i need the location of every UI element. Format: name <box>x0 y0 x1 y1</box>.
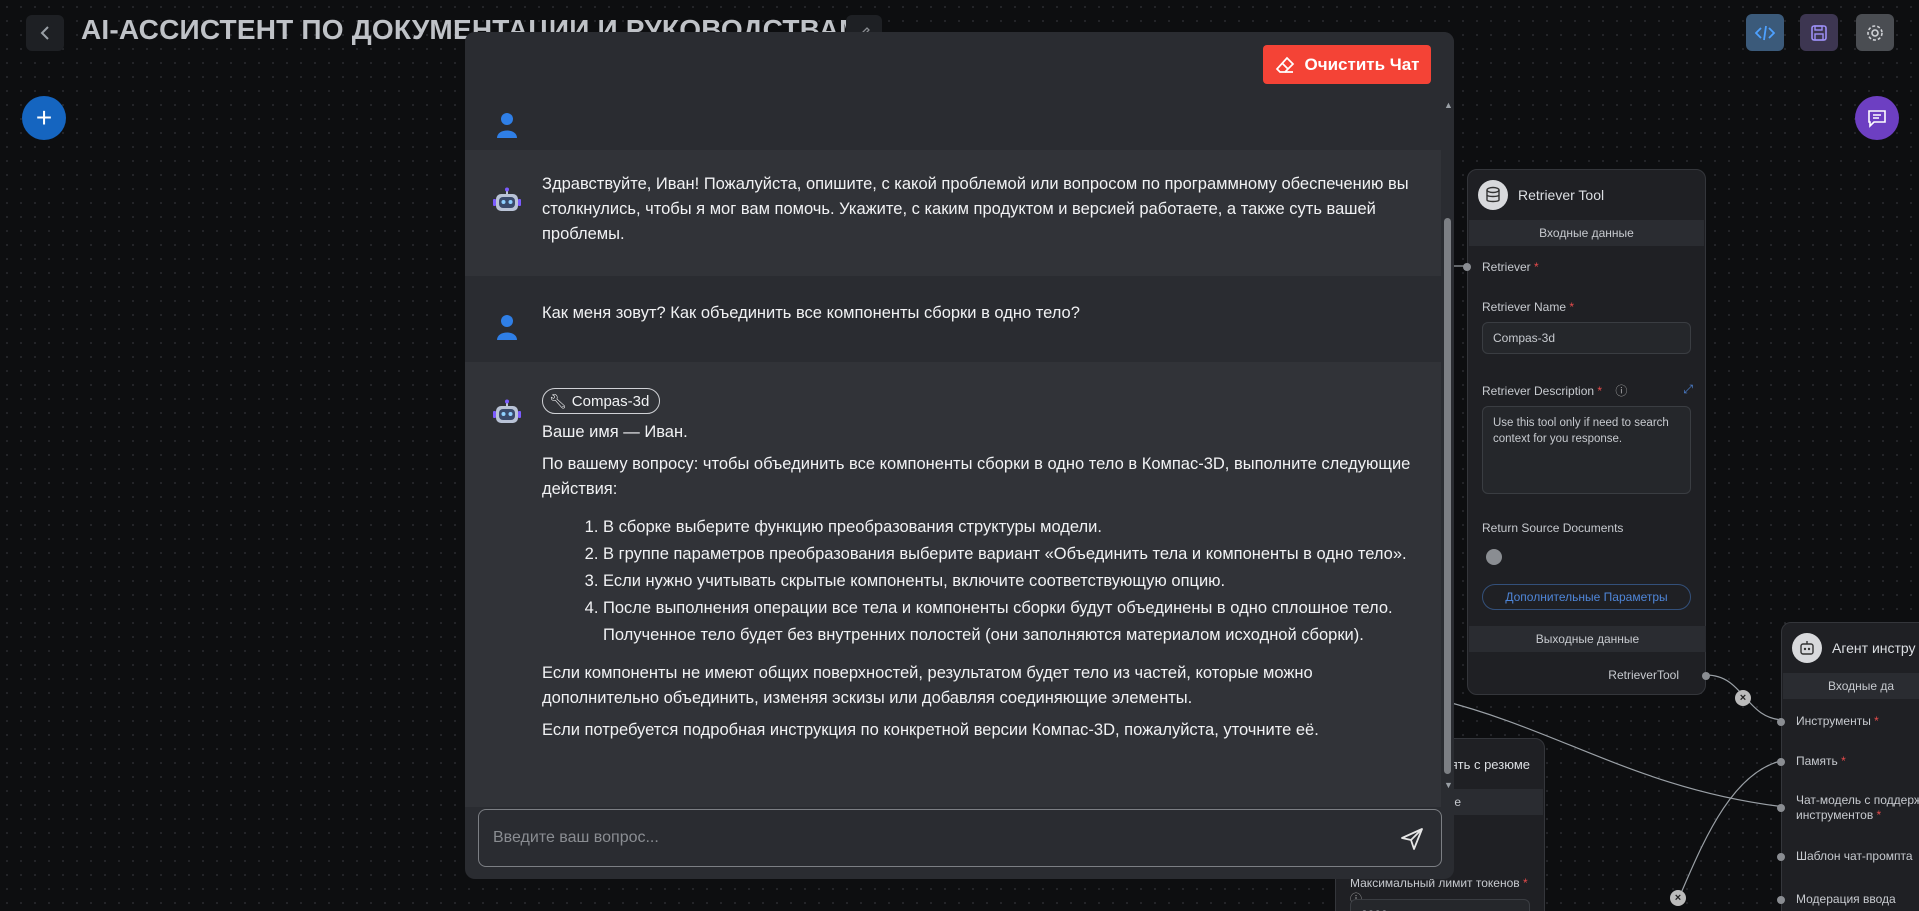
robot-icon <box>1792 633 1822 663</box>
open-chat-button[interactable] <box>1855 96 1899 140</box>
save-flow-button[interactable] <box>1800 14 1838 51</box>
retriever-field-label: Retriever * <box>1482 260 1539 274</box>
scroll-up-icon[interactable]: ▲ <box>1444 100 1453 110</box>
chat-panel: Очистить Чат Здравствуйте, Иван! Пожалуй… <box>465 32 1454 879</box>
message-bot: 🔧︎ Compas-3d Ваше имя — Иван. По вашему … <box>465 362 1441 807</box>
send-button[interactable] <box>1397 824 1427 854</box>
message-user: Как меня зовут? Как объединить все компо… <box>465 276 1441 362</box>
clear-chat-label: Очистить Чат <box>1304 54 1420 74</box>
step-item: В сборке выберите функцию преобразования… <box>603 514 1421 541</box>
additional-params-button[interactable]: Дополнительные Параметры <box>1482 584 1691 610</box>
steps-list: В сборке выберите функцию преобразования… <box>603 514 1421 649</box>
message-text: Как меня зовут? Как объединить все компо… <box>542 304 1080 322</box>
save-icon <box>1811 24 1827 41</box>
moderation-label: Модерация ввода <box>1796 892 1896 906</box>
retriever-description-label: Retriever Description * ⓘ ⤢ <box>1482 382 1693 398</box>
tools-label: Инструменты * <box>1796 714 1879 728</box>
template-label: Шаблон чат-промпта <box>1796 849 1913 863</box>
send-icon <box>1401 828 1423 850</box>
answer-paragraph: Если компоненты не имеют общих поверхнос… <box>542 664 1313 707</box>
view-code-button[interactable] <box>1746 14 1784 51</box>
message-text: Здравствуйте, Иван! Пожалуйста, опишите,… <box>542 175 1409 243</box>
step-item: После выполнения операции все тела и ком… <box>603 595 1421 649</box>
eraser-icon <box>1275 56 1294 73</box>
delete-edge-icon[interactable]: × <box>1670 890 1686 906</box>
return-source-docs-label: Return Source Documents <box>1482 521 1624 535</box>
retriever-output-handle[interactable] <box>1702 672 1710 680</box>
return-source-docs-toggle[interactable] <box>1486 549 1502 565</box>
settings-button[interactable] <box>1856 14 1894 51</box>
node-header: Агент инстру <box>1782 623 1919 673</box>
inputs-section-header: Входные да <box>1783 673 1919 699</box>
user-avatar-icon <box>497 113 517 138</box>
clear-chat-button[interactable]: Очистить Чат <box>1263 45 1431 84</box>
answer-intro: По вашему вопросу: чтобы объединить все … <box>542 455 1411 498</box>
retriever-name-label: Retriever Name * <box>1482 300 1575 314</box>
answer-line: Ваше имя — Иван. <box>542 423 688 441</box>
delete-edge-icon[interactable]: × <box>1735 690 1751 706</box>
tool-name: Compas-3d <box>571 392 650 410</box>
retriever-description-textarea[interactable]: Use this tool only if need to search con… <box>1482 406 1691 494</box>
scroll-down-icon[interactable]: ▼ <box>1444 780 1453 790</box>
output-label: RetrieverTool <box>1608 668 1679 682</box>
chat-input[interactable] <box>479 810 1379 866</box>
add-node-button[interactable]: + <box>22 96 66 140</box>
chat-model-label: Чат-модель с поддерж инструментов * <box>1796 793 1919 822</box>
agent-node[interactable]: Агент инстру Входные да Инструменты * Па… <box>1777 622 1919 911</box>
info-icon: ⓘ <box>1615 384 1628 398</box>
chat-bubble-icon <box>1868 110 1886 128</box>
message-list: Здравствуйте, Иван! Пожалуйста, опишите,… <box>465 92 1441 827</box>
memory-label: Память * <box>1796 754 1846 768</box>
scrollbar-thumb[interactable] <box>1444 218 1451 774</box>
code-icon <box>1755 25 1775 40</box>
message-user-partial <box>465 92 1441 150</box>
max-tokens-input[interactable]: 2000 <box>1350 899 1530 911</box>
inputs-section-header: Входные данные <box>1469 220 1704 246</box>
database-icon <box>1478 180 1508 210</box>
bot-avatar-icon <box>493 399 521 423</box>
chat-input-box <box>478 809 1442 867</box>
bot-avatar-icon <box>493 187 521 211</box>
node-title: Агент инстру <box>1832 640 1916 656</box>
expand-icon[interactable]: ⤢ <box>1683 382 1693 397</box>
chat-header: Очистить Чат <box>465 32 1454 92</box>
plus-icon: + <box>35 102 53 133</box>
outputs-section-header: Выходные данные <box>1469 626 1706 652</box>
answer-paragraph: Если потребуется подробная инструкция по… <box>542 721 1319 739</box>
user-avatar-icon <box>497 315 517 340</box>
gear-icon <box>1867 24 1883 41</box>
retriever-name-input[interactable]: Compas-3d <box>1482 322 1691 354</box>
node-title: Retriever Tool <box>1518 187 1605 203</box>
retriever-tool-node[interactable]: Retriever Tool Входные данные Retriever … <box>1463 169 1710 695</box>
node-header: Retriever Tool <box>1468 170 1705 220</box>
step-item: В группе параметров преобразования выбер… <box>603 541 1421 568</box>
chevron-left-icon <box>40 26 49 40</box>
back-button[interactable] <box>26 15 64 51</box>
message-body: 🔧︎ Compas-3d Ваше имя — Иван. По вашему … <box>542 388 1421 750</box>
step-item: Если нужно учитывать скрытые компоненты,… <box>603 568 1421 595</box>
message-bot: Здравствуйте, Иван! Пожалуйста, опишите,… <box>465 150 1441 276</box>
tool-used-chip[interactable]: 🔧︎ Compas-3d <box>542 388 661 414</box>
wrench-icon: 🔧︎ <box>549 392 567 409</box>
